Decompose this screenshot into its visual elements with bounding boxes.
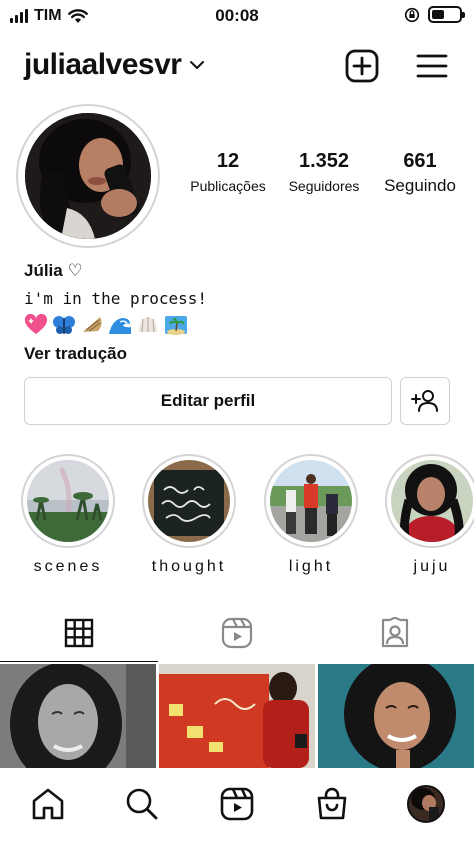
highlight-light[interactable]: light xyxy=(263,454,359,576)
highlight-juju[interactable]: juju xyxy=(384,454,474,576)
profile-stats: 12 Publicações 1.352 Seguidores 661 Segu… xyxy=(180,150,470,200)
followers-stat[interactable]: 1.352 Seguidores xyxy=(276,150,372,194)
add-person-icon xyxy=(411,390,438,412)
highlight-cover xyxy=(270,460,352,542)
display-name: Júlia ♡ xyxy=(24,261,83,280)
sparkling-heart-icon xyxy=(24,314,48,334)
status-time: 00:08 xyxy=(215,6,259,25)
tab-reels[interactable] xyxy=(158,604,316,662)
highlight-cover xyxy=(148,460,230,542)
highlight-scenes[interactable]: scenes xyxy=(20,454,116,576)
avatar xyxy=(407,785,445,823)
bottom-nav xyxy=(0,768,474,841)
rotation-lock-icon xyxy=(404,7,420,22)
bio-section: Júlia ♡ i'm in the process! Ver tradução xyxy=(24,261,444,364)
edit-profile-button[interactable]: Editar perfil xyxy=(24,377,392,425)
profile-avatar[interactable] xyxy=(16,104,160,248)
post-thumbnail[interactable] xyxy=(0,664,156,768)
tagged-icon xyxy=(381,617,409,648)
nav-home[interactable] xyxy=(28,784,68,824)
username: juliaalvesvr xyxy=(24,48,182,81)
tab-tagged[interactable] xyxy=(316,604,474,662)
discover-people-button[interactable] xyxy=(400,377,450,425)
status-bar: TIM 00:08 xyxy=(0,0,474,32)
highlight-label: light xyxy=(288,558,334,575)
home-icon xyxy=(32,788,64,820)
highlight-cover xyxy=(391,460,473,542)
following-label: Seguindo xyxy=(384,176,456,195)
highlight-label: juju xyxy=(413,558,451,575)
following-stat[interactable]: 661 Seguindo xyxy=(373,150,467,196)
spiral-shell-icon xyxy=(83,317,102,332)
nav-profile[interactable] xyxy=(406,784,446,824)
nav-reels[interactable] xyxy=(217,784,257,824)
menu-icon[interactable] xyxy=(414,48,450,84)
shell-icon xyxy=(139,317,157,333)
posts-label: Publicações xyxy=(190,178,266,194)
post-grid xyxy=(0,664,474,768)
post-thumbnail[interactable] xyxy=(318,664,474,768)
post-thumbnail[interactable] xyxy=(159,664,315,768)
avatar xyxy=(25,113,151,239)
wave-icon xyxy=(109,318,131,334)
highlight-label: thought xyxy=(151,558,227,575)
bio-emojis xyxy=(24,314,444,338)
nav-shop[interactable] xyxy=(312,784,352,824)
highlight-label: scenes xyxy=(33,558,103,575)
island-icon xyxy=(165,316,187,335)
search-icon xyxy=(126,788,158,820)
tab-grid[interactable] xyxy=(0,604,158,662)
butterfly-icon xyxy=(53,316,75,334)
shopping-bag-icon xyxy=(317,787,347,820)
account-switcher[interactable]: juliaalvesvr xyxy=(24,48,205,82)
reels-icon xyxy=(221,617,253,649)
chevron-down-icon xyxy=(190,61,205,69)
story-highlights: scenes thought light juju xyxy=(0,454,474,584)
highlight-cover xyxy=(27,460,109,542)
battery-icon xyxy=(428,6,465,23)
nav-search[interactable] xyxy=(122,784,162,824)
bio-text: i'm in the process! xyxy=(24,289,208,308)
posts-count: 12 xyxy=(216,150,240,172)
profile-tabs xyxy=(0,604,474,662)
translate-link[interactable]: Ver tradução xyxy=(24,344,444,364)
new-post-icon[interactable] xyxy=(344,48,380,84)
grid-icon xyxy=(64,618,94,648)
profile-header: juliaalvesvr xyxy=(0,42,474,94)
reels-icon xyxy=(220,787,254,821)
highlight-thought[interactable]: thought xyxy=(141,454,237,576)
following-count: 661 xyxy=(403,150,437,172)
followers-label: Seguidores xyxy=(288,178,360,194)
followers-count: 1.352 xyxy=(298,150,350,172)
posts-stat[interactable]: 12 Publicações xyxy=(180,150,276,194)
